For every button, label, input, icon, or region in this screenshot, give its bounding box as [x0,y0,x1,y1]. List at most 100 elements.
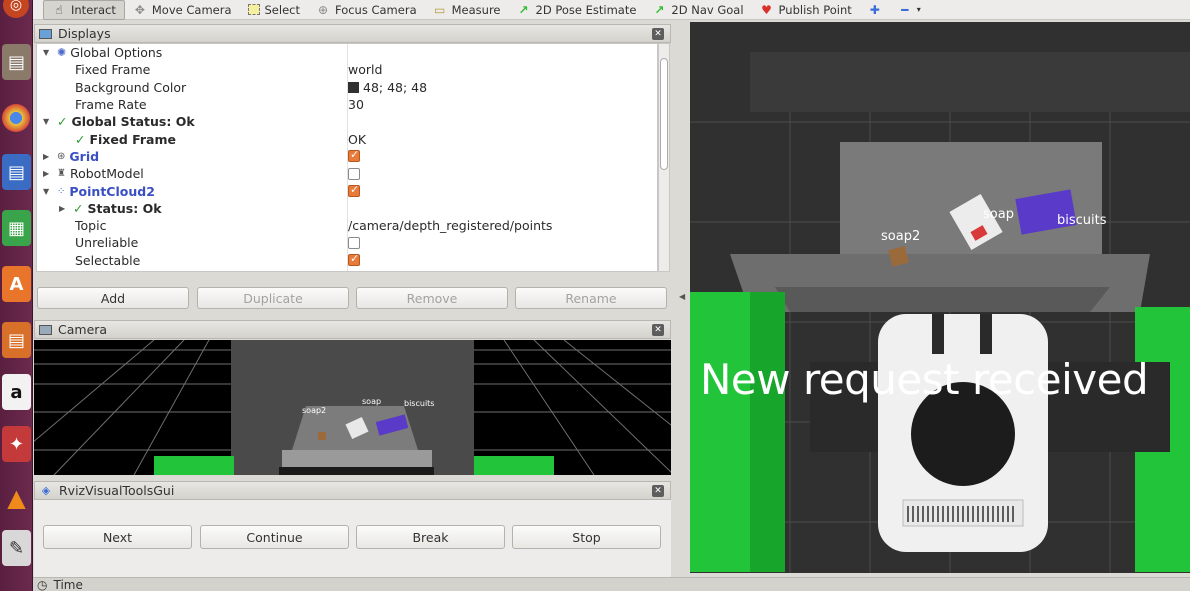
continue-button[interactable]: Continue [200,525,349,549]
impress-icon[interactable]: ▤ [2,322,31,358]
publish-point-tool[interactable]: ♥ Publish Point [752,0,860,20]
vlc-icon[interactable]: ▲ [2,480,31,516]
expand-arrow-icon[interactable]: ▼ [43,48,53,57]
viewport-label-soap2: soap2 [881,229,921,244]
software-center-icon[interactable]: A [2,266,31,302]
displays-panel-header: Displays ✕ [34,24,671,43]
diamond-icon: ◈ [41,484,51,497]
close-icon[interactable]: ✕ [652,485,664,497]
select-tool[interactable]: Select [240,0,308,20]
file-manager-icon[interactable]: ▤ [2,44,31,80]
ubuntu-dash-icon[interactable]: ◎ [3,0,29,18]
expand-arrow-icon[interactable]: ▶ [43,152,53,161]
move-camera-tool[interactable]: ✥ Move Camera [125,0,240,20]
close-icon[interactable]: ✕ [652,324,664,336]
viewport-label-biscuits: biscuits [1057,213,1107,228]
add-tool-button[interactable]: ✚ [860,0,890,20]
displays-scrollbar[interactable] [658,43,670,272]
collapse-arrow-icon[interactable]: ◀ [679,292,685,301]
camera-icon [39,324,52,335]
camera-view[interactable]: soap2 soap biscuits [34,340,671,475]
text-editor-icon[interactable]: ✎ [2,530,31,566]
color-swatch[interactable] [348,81,359,93]
selectable-checkbox[interactable] [348,252,360,267]
writer-icon[interactable]: ▤ [2,154,31,190]
remove-tool-button[interactable]: ━ ▾ [890,0,929,20]
request-message: New request received [700,355,1149,404]
pointcloud-checkbox[interactable] [348,183,360,198]
minus-dropdown-icon: ━ [901,2,909,17]
chrome-icon[interactable] [2,104,30,132]
pointer-icon: ☝ [55,2,63,17]
monitor-icon [39,28,52,39]
camera-panel-header: Camera ✕ [34,320,671,339]
pointcloud-icon: ⁘ [57,185,66,197]
tree-row-global-options[interactable]: ▼ ✺ Global Options [37,44,657,61]
camera-label-biscuits: biscuits [404,399,435,408]
clock-icon: ◷ [37,577,48,591]
tree-row-pointcloud-status[interactable]: ▶ ✓ Status: Ok [37,200,657,217]
nav-goal-tool[interactable]: ↗ 2D Nav Goal [644,0,751,20]
camera-scene [34,340,671,475]
expand-arrow-icon[interactable]: ▶ [59,204,69,213]
unreliable-checkbox[interactable] [348,236,360,249]
ubuntu-launcher: ◎ ▤ ▤ ▦ A ▤ a ✦ ▲ ✎ [0,0,33,591]
amazon-icon[interactable]: a [2,374,31,410]
robot-model-checkbox[interactable] [348,167,360,180]
ruler-icon: ▭ [433,2,446,17]
calc-icon[interactable]: ▦ [2,210,31,246]
expand-arrow-icon[interactable]: ▼ [43,187,53,196]
tree-row-global-status[interactable]: ▼ ✓ Global Status: Ok [37,113,657,130]
tree-row-unreliable[interactable]: Unreliable [37,234,657,251]
focus-camera-icon: ⊕ [317,2,329,17]
gear-icon: ✺ [57,46,67,60]
expand-arrow-icon[interactable]: ▼ [43,117,53,126]
green-arrow-icon: ↗ [518,2,529,17]
3d-viewport[interactable]: soap2 soap biscuits [690,22,1190,573]
displays-tree: ▼ ✺ Global Options Fixed Frame world Backg… [36,43,658,272]
scrollbar-thumb[interactable] [660,58,668,170]
select-icon [247,4,260,15]
tree-row-pointcloud2[interactable]: ▼ ⁘ PointCloud2 [37,182,657,199]
next-button[interactable]: Next [43,525,192,549]
checkmark-icon: ✓ [75,131,86,147]
green-arrow-icon: ↗ [654,2,665,17]
checkmark-icon: ✓ [73,200,84,216]
grid-icon: ⊛ [57,150,66,162]
camera-label-soap2: soap2 [302,406,327,415]
remove-display-button[interactable]: Remove [356,287,508,309]
panel-splitter[interactable]: ◀ [675,22,689,573]
rviz-gui-panel-header: ◈ RvizVisualToolsGui ✕ [34,481,671,500]
duplicate-display-button[interactable]: Duplicate [197,287,349,309]
move-camera-icon: ✥ [134,2,145,17]
grid-enabled-checkbox[interactable] [348,148,360,163]
rename-display-button[interactable]: Rename [515,287,667,309]
viewport-scene [690,52,1190,573]
stop-button[interactable]: Stop [512,525,661,549]
add-display-button[interactable]: Add [37,287,189,309]
tree-row-selectable[interactable]: Selectable [37,252,657,269]
expand-arrow-icon[interactable]: ▶ [43,169,53,178]
tree-row-status-fixed-frame[interactable]: ✓ Fixed Frame OK [37,131,657,148]
rviz-toolbar: ☝ Interact ✥ Move Camera Select ⊕ Focus Cam… [33,0,1190,20]
camera-label-soap: soap [362,397,382,406]
viewport-label-soap: soap [983,207,1014,222]
focus-camera-tool[interactable]: ⊕ Focus Camera [308,0,425,20]
interact-tool[interactable]: ☝ Interact [43,0,125,20]
pose-estimate-tool[interactable]: ↗ 2D Pose Estimate [509,0,645,20]
tree-row-frame-rate[interactable]: Frame Rate 30 [37,96,657,113]
measure-tool[interactable]: ▭ Measure [425,0,509,20]
settings-icon[interactable]: ✦ [2,426,31,462]
plus-icon: ✚ [869,2,880,17]
tree-row-robot-model[interactable]: ▶ ♜ RobotModel [37,165,657,182]
time-panel-header: ◷ Time [33,577,1190,591]
tree-row-fixed-frame[interactable]: Fixed Frame world [37,61,657,78]
close-icon[interactable]: ✕ [652,28,664,40]
red-pin-icon: ♥ [761,2,772,17]
tree-row-topic[interactable]: Topic /camera/depth_registered/points [37,217,657,234]
checkmark-icon: ✓ [57,114,68,130]
break-button[interactable]: Break [356,525,505,549]
chevron-down-icon: ▾ [916,5,921,14]
tree-row-grid[interactable]: ▶ ⊛ Grid [37,148,657,165]
tree-row-background-color[interactable]: Background Color 48; 48; 48 [37,79,657,96]
